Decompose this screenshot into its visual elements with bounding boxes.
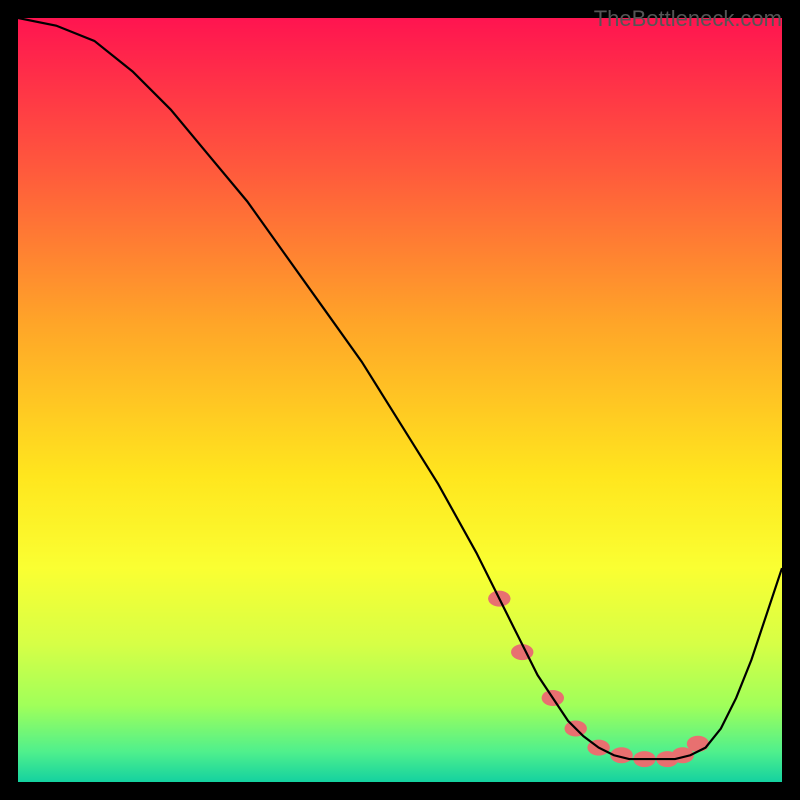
chart-plot-area — [18, 18, 782, 782]
chart-curve-layer — [18, 18, 782, 782]
bottleneck-curve-line — [18, 18, 782, 759]
marker-dot — [687, 736, 709, 752]
chart-markers — [488, 591, 709, 767]
watermark-text: TheBottleneck.com — [594, 6, 782, 32]
